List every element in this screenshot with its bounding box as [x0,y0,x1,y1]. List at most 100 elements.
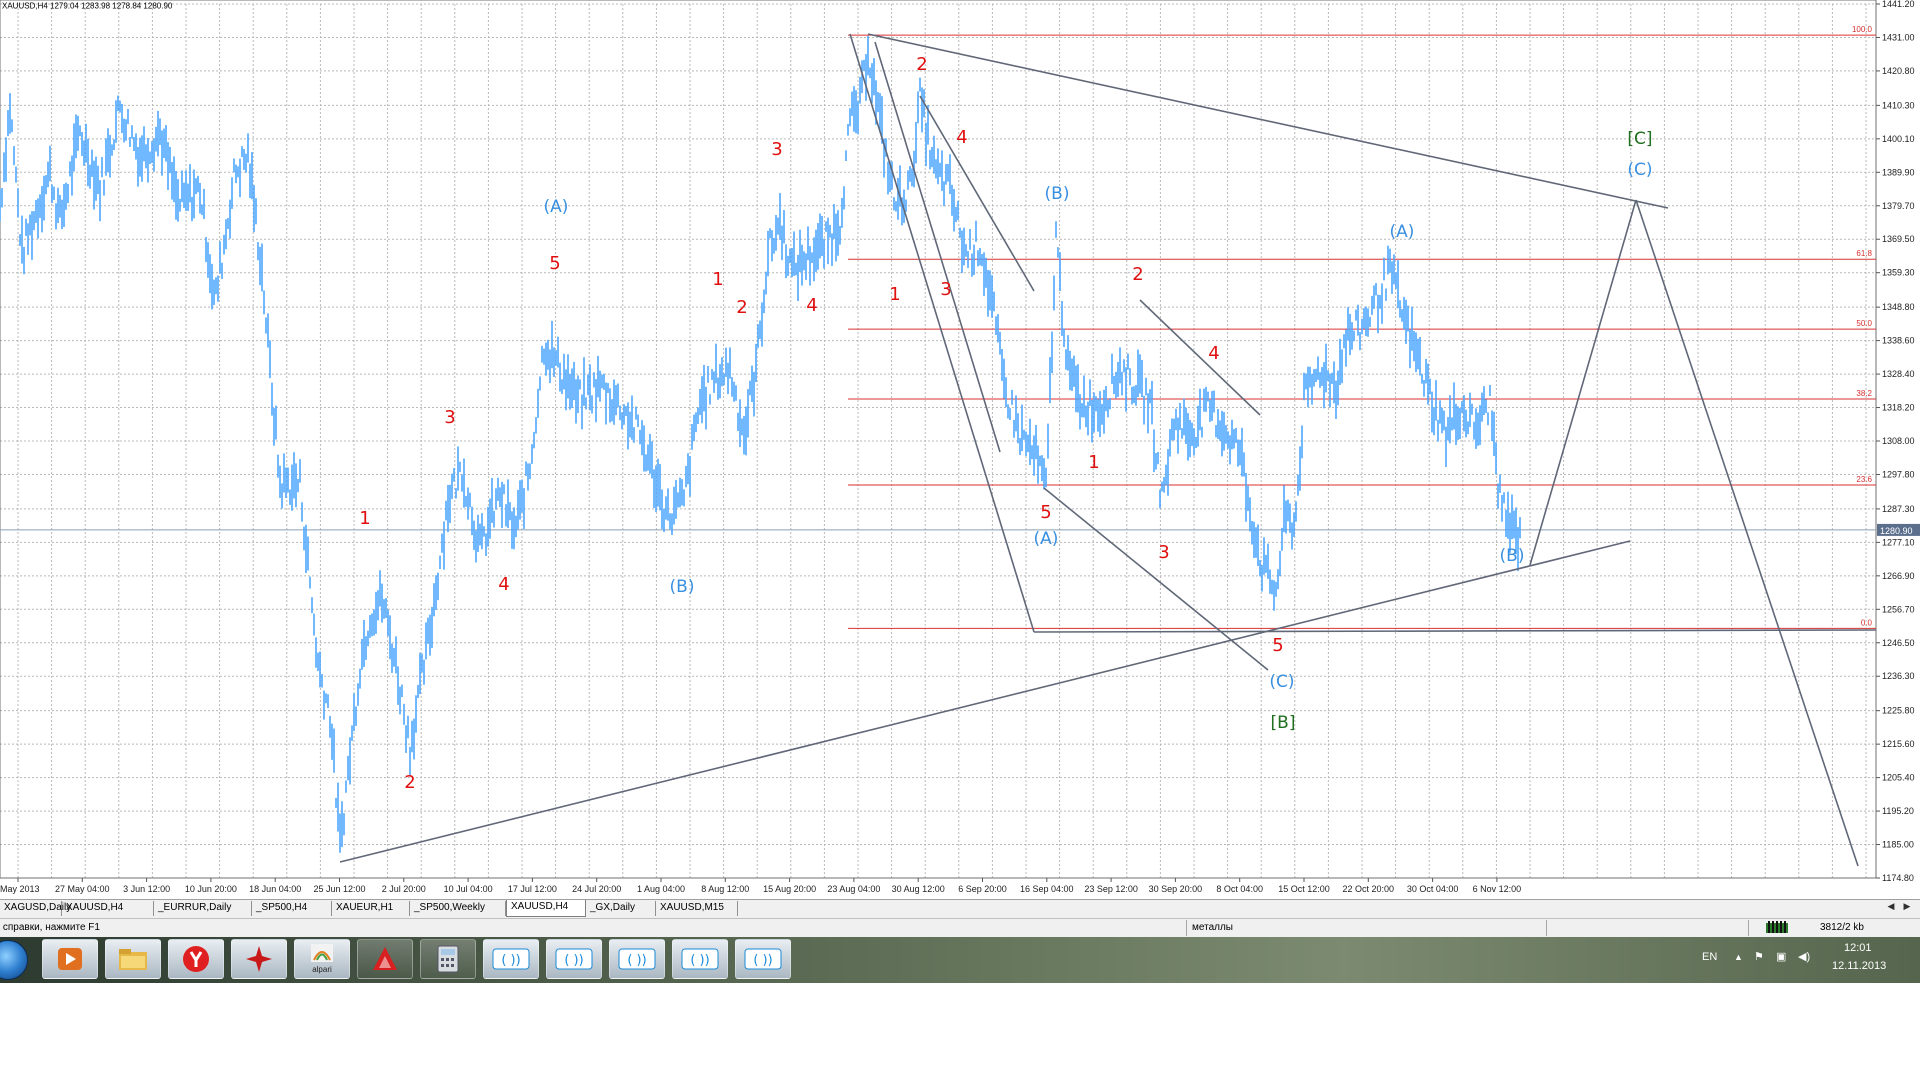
wave-label-red: 4 [498,574,509,595]
wave-label-red: 1 [712,269,723,290]
clock-date[interactable]: 12.11.2013 [1832,960,1886,972]
wave-label-red: 2 [1132,264,1143,285]
action-center-flag-icon[interactable]: ⚑ [1754,950,1764,963]
chart-tabs-bar: XAGUSD,Daily XAUUSD,H4 _EURRUR,Daily _SP… [0,899,1920,918]
svg-text:( )): ( )) [564,953,583,968]
tab-xauusd-m15[interactable]: XAUUSD,M15 [656,901,738,916]
chart-area[interactable]: XAUUSD,H4 1279.04 1283.98 1278.84 1280.9… [0,0,1920,900]
metatrader-icon: ( )) [618,948,656,970]
fib-level-label: 23.6 [1856,475,1872,484]
taskbar-metatrader-1[interactable]: ( )) [483,939,539,979]
language-indicator[interactable]: EN [1702,951,1717,963]
time-axis-label: 23 Aug 04:00 [827,884,880,894]
taskbar-metatrader-2[interactable]: ( )) [546,939,602,979]
tab-xauusd-h4[interactable]: XAUUSD,H4 [62,901,154,916]
price-axis-label: 1225.80 [1882,706,1915,716]
red-triangle-icon [373,947,397,970]
metatrader-icon: ( )) [744,948,782,970]
metatrader-icon: ( )) [681,948,719,970]
clock-time[interactable]: 12:01 [1844,942,1872,954]
wave-label-green: [C] [1627,129,1652,149]
time-axis-label: 25 Jun 12:00 [313,884,365,894]
price-axis-label: 1308.00 [1882,436,1915,446]
status-bar: Для вызова справки, нажмите F1 металлы 3… [0,918,1920,937]
taskbar-metatrader-4[interactable]: ( )) [672,939,728,979]
price-axis-label: 1318.20 [1882,403,1915,413]
price-axis-label: 1410.30 [1882,100,1915,110]
alpari-icon: alpari [311,944,333,974]
tab-sp500-h4[interactable]: _SP500,H4 [252,901,332,916]
taskbar-yandex-browser[interactable] [168,939,224,979]
time-axis-label: 15 Oct 12:00 [1278,884,1330,894]
price-axis-label: 1287.30 [1882,504,1915,514]
windows-taskbar: alpari ( )) ( )) ( )) ( )) ( )) EN ▲ ⚑ ▣… [0,937,1920,983]
wave-label-red: 3 [1158,542,1169,563]
taskbar-calculator[interactable] [420,939,476,979]
time-axis-label: 3 Jun 12:00 [123,884,170,894]
taskbar-metatrader-5[interactable]: ( )) [735,939,791,979]
taskbar-alpari[interactable]: alpari [294,939,350,979]
time-axis-label: 17 Jul 12:00 [508,884,557,894]
wave-label-blue: (B) [1500,546,1525,566]
wave-label-red: 1 [889,284,900,305]
folder-icon [119,949,147,970]
time-axis-label: 2 Jul 20:00 [382,884,426,894]
tray-expand-icon[interactable]: ▲ [1734,952,1743,962]
time-axis-label: 30 Sep 20:00 [1149,884,1203,894]
time-axis-label: 18 Jun 04:00 [249,884,301,894]
time-axis-label: 8 Oct 04:00 [1216,884,1263,894]
calculator-icon [437,945,459,973]
wave-label-red: 1 [1088,452,1099,473]
tab-xauusd-h4-active[interactable]: XAUUSD,H4 [506,900,586,917]
tab-sp500-weekly[interactable]: _SP500,Weekly [410,901,506,916]
start-button[interactable] [0,940,28,980]
price-axis-label: 1236.30 [1882,671,1915,681]
wave-label-red: 5 [1272,635,1283,656]
taskbar-red-triangle-terminal[interactable] [357,939,413,979]
price-axis-label: 1389.90 [1882,167,1915,177]
time-axis-label: 6 Sep 20:00 [958,884,1007,894]
svg-text:( )): ( )) [627,953,646,968]
tab-xagusd-daily[interactable]: XAGUSD,Daily [0,901,71,916]
time-axis-label: 1 Aug 04:00 [637,884,685,894]
fib-level-label: 0.0 [1861,618,1873,627]
wave-label-blue: (B) [670,577,695,597]
tab-xaueur-h1[interactable]: XAUEUR,H1 [332,901,410,916]
fib-level-label: 50.0 [1856,319,1872,328]
taskbar-red-star-tool[interactable] [231,939,287,979]
time-axis-label: 30 Aug 12:00 [892,884,945,894]
wave-label-red: 5 [549,253,560,274]
wave-label-red: 1 [359,508,370,529]
taskbar-metatrader-3[interactable]: ( )) [609,939,665,979]
yandex-browser-icon [183,946,209,972]
current-price-label: 1280.90 [1880,526,1913,536]
connection-bars-icon [1766,921,1788,933]
time-axis-label: 6 Nov 12:00 [1473,884,1522,894]
wave-label-blue: (B) [1045,184,1070,204]
status-traffic: 3812/2 kb [1820,922,1864,933]
tabs-scroll-right-icon[interactable]: ▶ [1900,901,1914,916]
taskbar-file-explorer[interactable] [105,939,161,979]
chart-window[interactable]: XAUUSD,H4 1279.04 1283.98 1278.84 1280.9… [0,0,1920,1080]
volume-icon[interactable]: ◀) [1798,950,1810,963]
taskbar-media-player[interactable] [42,939,98,979]
tabs-scroll-left-icon[interactable]: ◀ [1884,901,1898,916]
price-axis-label: 1195.20 [1882,806,1914,816]
time-axis-label: 22 Oct 20:00 [1343,884,1395,894]
tab-gx-daily[interactable]: _GX,Daily [586,901,656,916]
metatrader-icon: ( )) [555,948,593,970]
metatrader-icon: ( )) [492,948,530,970]
fib-level-label: 100.0 [1852,25,1873,34]
wave-label-red: 3 [444,407,455,428]
price-axis-label: 1379.70 [1882,201,1915,211]
time-axis-label: 15 Aug 20:00 [763,884,816,894]
price-axis-label: 1359.30 [1882,268,1915,278]
tab-eurrur-daily[interactable]: _EURRUR,Daily [154,901,252,916]
price-axis-label: 1441.20 [1882,0,1915,9]
price-axis-label: 1297.80 [1882,469,1915,479]
network-icon[interactable]: ▣ [1776,950,1786,963]
price-axis-label: 1338.60 [1882,336,1915,346]
price-axis-label: 1246.50 [1882,638,1915,648]
media-player-icon [58,948,82,970]
svg-text:( )): ( )) [690,953,709,968]
